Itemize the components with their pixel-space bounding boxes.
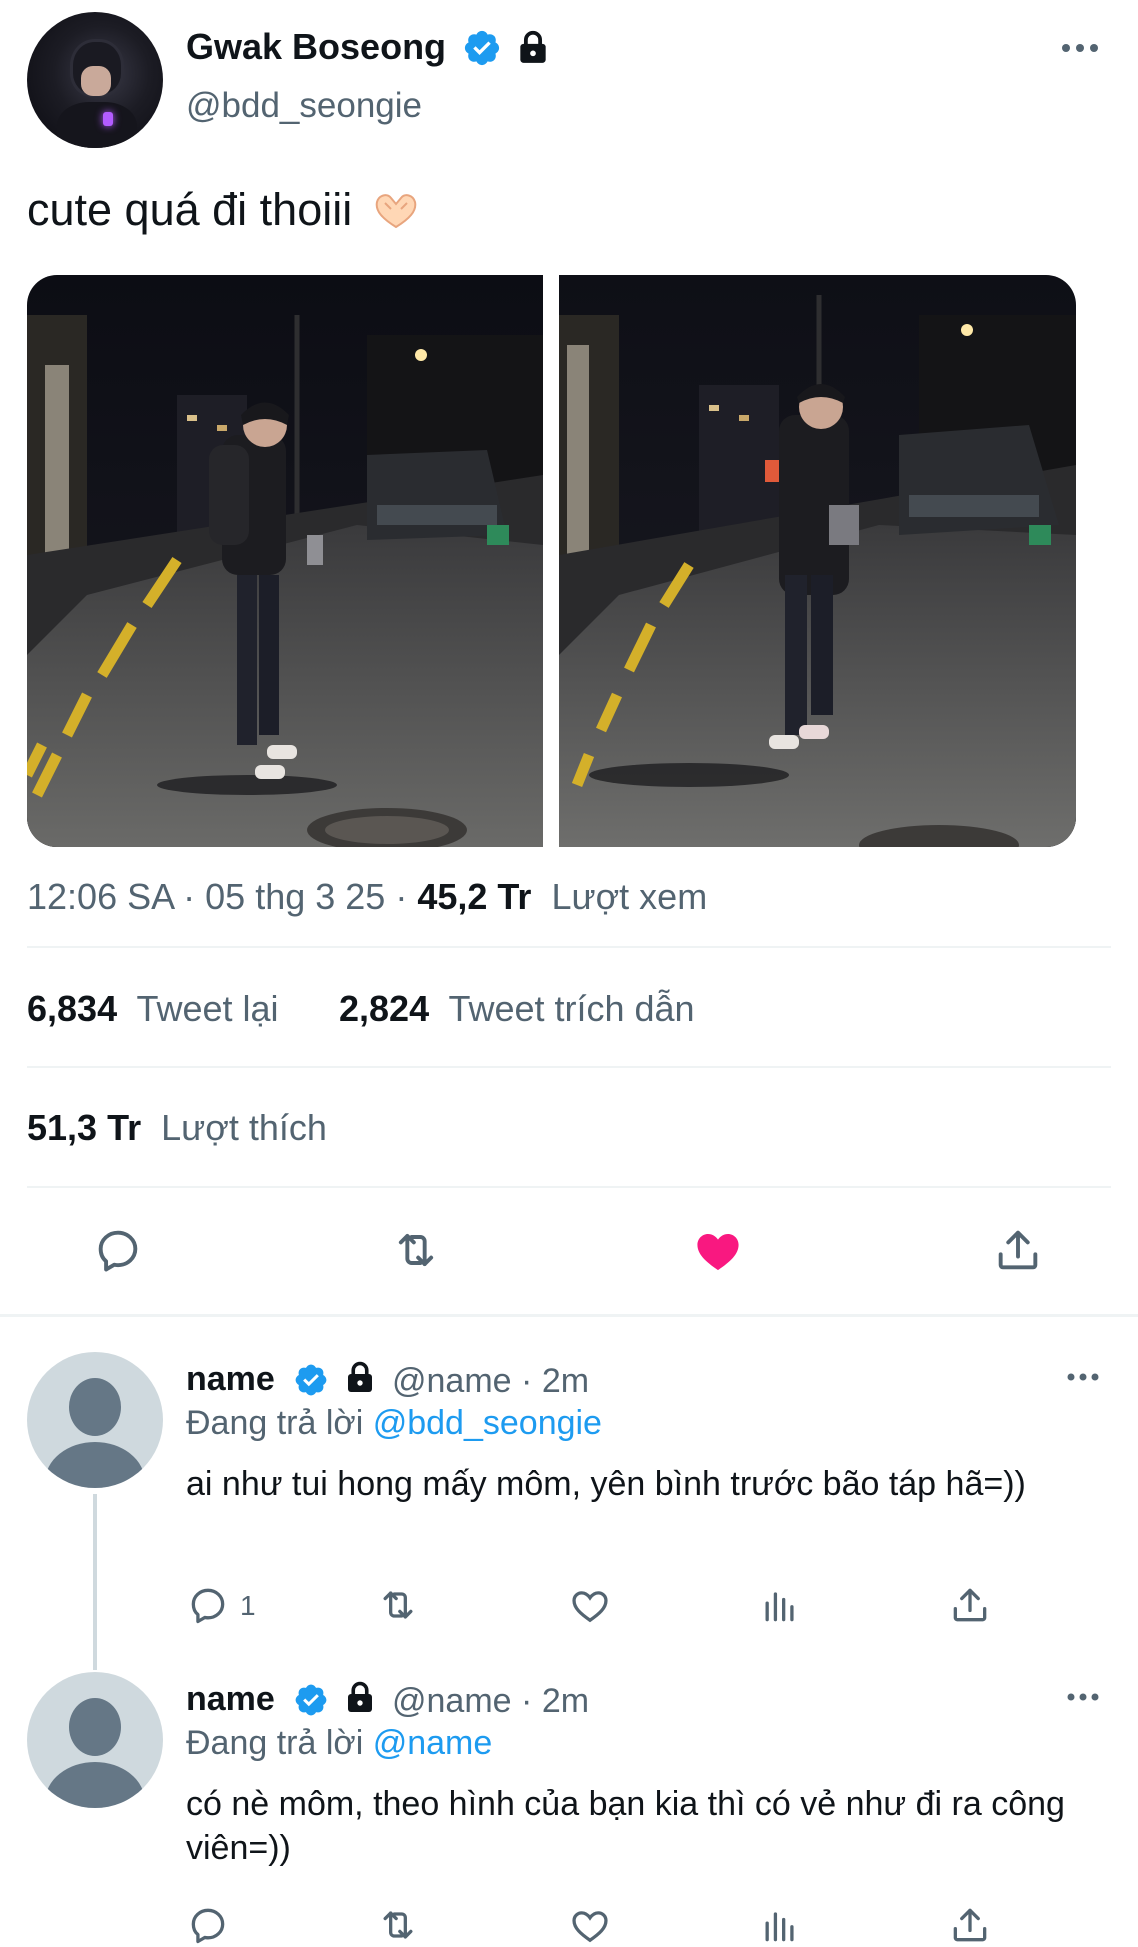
meta-separator: · [521,1362,542,1400]
replying-prefix: Đang trả lời [186,1724,364,1762]
reply-header: name [186,1680,275,1720]
replying-to-link[interactable]: @bdd_seongie [373,1404,602,1442]
retweet-stats[interactable]: 6,834 Tweet lại [27,988,279,1030]
thread-connector-line [93,1494,97,1670]
section-divider [0,1314,1138,1317]
reply-avatar[interactable] [27,1672,163,1808]
more-options-icon[interactable] [1060,40,1100,56]
likes-label: Lượt thích [161,1107,327,1148]
reply-time: 2m [541,1362,590,1400]
meta-separator: · [395,876,418,917]
like-icon[interactable] [568,1903,612,1947]
protected-lock-icon [348,1361,372,1392]
reply-meta: @name · 2m [392,1682,589,1721]
reply-icon[interactable] [186,1583,230,1627]
reply-icon[interactable] [186,1903,230,1947]
analytics-icon[interactable] [758,1583,802,1627]
quotes-label: Tweet trích dẫn [448,988,695,1029]
replying-prefix: Đang trả lời [186,1404,364,1442]
reply-count: 1 [240,1590,256,1621]
replying-to: Đang trả lời @name [186,1724,492,1763]
share-icon[interactable] [948,1903,992,1947]
verified-badge-icon [295,1364,327,1396]
replying-to: Đang trả lời @bdd_seongie [186,1404,602,1443]
meta-separator: · [183,876,206,917]
reply-handle[interactable]: @name [392,1682,512,1720]
tweet-media [27,275,1076,847]
reply-avatar[interactable] [27,1352,163,1488]
author-avatar[interactable] [27,12,163,148]
retweet-icon[interactable] [376,1583,420,1627]
protected-lock-icon [520,30,546,63]
share-icon[interactable] [992,1224,1044,1276]
like-icon[interactable] [568,1583,612,1627]
tweet-text: cute quá đi thoiii [27,184,419,236]
views-count: 45,2 Tr [417,876,532,917]
verified-badge-icon [464,30,500,66]
meta-separator: · [521,1682,542,1720]
reply-icon[interactable] [92,1224,144,1276]
divider [27,1186,1111,1188]
night-street-photo [27,275,543,847]
share-icon[interactable] [948,1583,992,1627]
author-handle[interactable]: @bdd_seongie [186,86,422,126]
like-icon[interactable] [692,1224,744,1276]
reply-handle[interactable]: @name [392,1362,512,1400]
tweet-photo[interactable] [559,275,1076,847]
quotes-count: 2,824 [339,988,430,1029]
verified-badge-icon [295,1684,327,1716]
author-display-name[interactable]: Gwak Boseong [186,26,446,68]
reply-time: 2m [541,1682,590,1720]
more-options-icon[interactable] [1066,1690,1100,1704]
retweets-count: 6,834 [27,988,118,1029]
like-stats[interactable]: 51,3 Tr Lượt thích [27,1107,327,1149]
views-label: Lượt xem [551,876,708,917]
tweet-text-content: cute quá đi thoiii [27,184,353,235]
analytics-icon[interactable] [758,1903,802,1947]
quote-stats[interactable]: 2,824 Tweet trích dẫn [339,988,695,1030]
reply-text: có nè môm, theo hình của bạn kia thì có … [186,1785,1065,1867]
reply-header: name [186,1360,275,1400]
tweet-time: 12:06 SA [27,876,174,917]
reply-display-name[interactable]: name [186,1680,275,1718]
heart-hands-emoji-icon [375,194,417,229]
retweet-icon[interactable] [390,1224,442,1276]
reply-meta: @name · 2m [392,1362,589,1401]
night-street-photo [559,275,1076,847]
retweet-icon[interactable] [376,1903,420,1947]
tweet-photo[interactable] [27,275,543,847]
divider [27,946,1111,948]
tweet-date: 05 thg 3 25 [205,876,386,917]
protected-lock-icon [348,1681,372,1712]
replying-to-link[interactable]: @name [373,1724,493,1762]
tweet-meta: 12:06 SA · 05 thg 3 25 · 45,2 Tr Lượt xe… [27,876,707,918]
reply-display-name[interactable]: name [186,1360,275,1398]
divider [27,1066,1111,1068]
likes-count: 51,3 Tr [27,1107,142,1148]
more-options-icon[interactable] [1066,1370,1100,1384]
reply-text: ai như tui hong mấy môm, yên bình trước … [186,1465,1026,1503]
retweets-label: Tweet lại [136,988,279,1029]
